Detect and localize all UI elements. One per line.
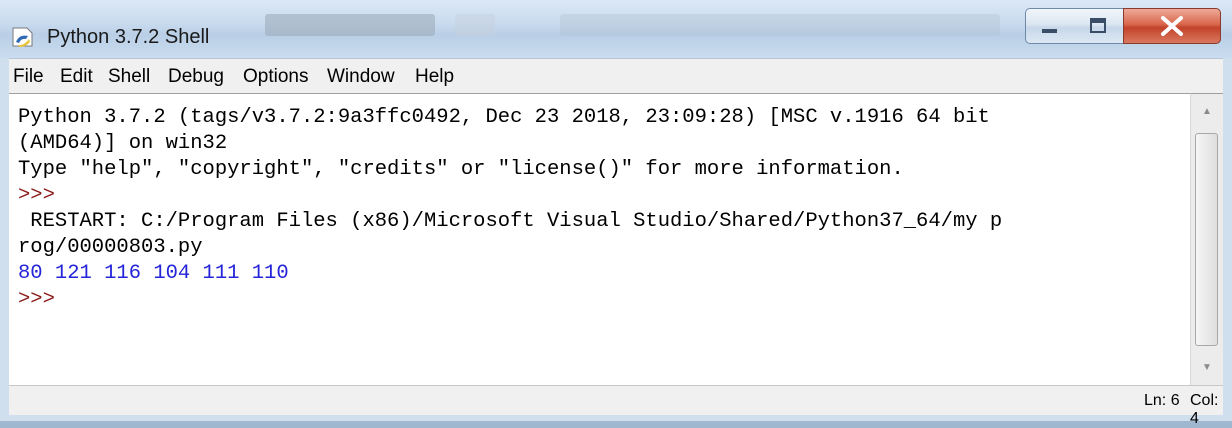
minimize-icon bbox=[1042, 29, 1057, 33]
shell-line-restart-cont: rog/00000803.py bbox=[18, 236, 203, 259]
vertical-scrollbar[interactable]: ▲ ▼ bbox=[1190, 93, 1223, 385]
maximize-icon bbox=[1090, 18, 1106, 33]
python-idle-icon bbox=[12, 27, 33, 47]
background-blur bbox=[265, 14, 435, 36]
minimize-button[interactable] bbox=[1025, 8, 1075, 44]
menu-help[interactable]: Help bbox=[415, 66, 454, 88]
menu-file[interactable]: File bbox=[13, 66, 44, 88]
shell-text-area[interactable]: Python 3.7.2 (tags/v3.7.2:9a3ffc0492, De… bbox=[9, 93, 1190, 385]
status-col: Col: 4 bbox=[1190, 392, 1219, 427]
menu-bar: File Edit Shell Debug Options Window Hel… bbox=[9, 58, 1223, 93]
menu-debug[interactable]: Debug bbox=[168, 66, 224, 88]
menu-options[interactable]: Options bbox=[243, 66, 308, 88]
menu-window[interactable]: Window bbox=[327, 66, 395, 88]
shell-prompt: >>> bbox=[18, 184, 55, 207]
shell-line-banner: Python 3.7.2 (tags/v3.7.2:9a3ffc0492, De… bbox=[18, 106, 990, 129]
shell-line-restart: RESTART: C:/Program Files (x86)/Microsof… bbox=[18, 210, 1003, 233]
window-title: Python 3.7.2 Shell bbox=[47, 26, 210, 48]
background-blur bbox=[560, 14, 1000, 36]
shell-output: 80 121 116 104 111 110 bbox=[18, 262, 289, 285]
scroll-thumb[interactable] bbox=[1195, 133, 1218, 346]
shell-line-help: Type "help", "copyright", "credits" or "… bbox=[18, 158, 904, 181]
scroll-up-icon[interactable]: ▲ bbox=[1191, 96, 1223, 128]
maximize-button[interactable] bbox=[1074, 8, 1124, 44]
status-bar: Ln: 6 Col: 4 bbox=[9, 385, 1223, 427]
shell-line-platform: (AMD64)] on win32 bbox=[18, 132, 228, 155]
close-button[interactable] bbox=[1123, 8, 1221, 44]
shell-prompt: >>> bbox=[18, 288, 55, 311]
idle-shell-window: Python 3.7.2 Shell File Edit Shell Debug… bbox=[0, 0, 1232, 427]
background-blur bbox=[455, 14, 495, 36]
menu-edit[interactable]: Edit bbox=[60, 66, 93, 88]
status-line: Ln: 6 bbox=[1144, 392, 1180, 409]
menu-shell[interactable]: Shell bbox=[108, 66, 150, 88]
scroll-down-icon[interactable]: ▼ bbox=[1191, 352, 1223, 384]
title-bar[interactable]: Python 3.7.2 Shell bbox=[0, 0, 1232, 58]
close-icon bbox=[1161, 16, 1183, 36]
